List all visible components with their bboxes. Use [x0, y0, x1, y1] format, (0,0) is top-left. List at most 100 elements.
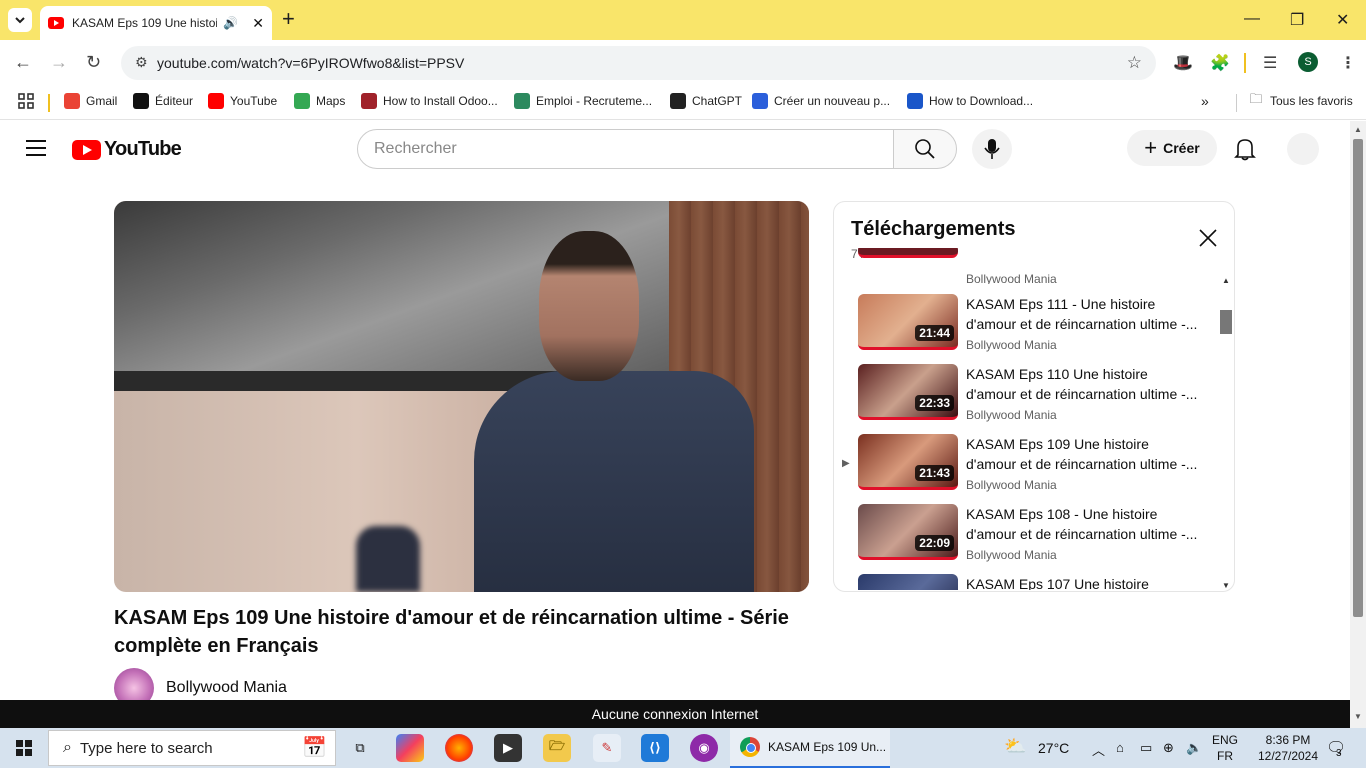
- language-indicator[interactable]: ENG FR: [1212, 732, 1238, 764]
- playlist-scroll-thumb[interactable]: [1220, 310, 1232, 334]
- scrollbar-thumb[interactable]: [1353, 139, 1363, 617]
- close-icon[interactable]: [1198, 228, 1218, 248]
- playlist-item[interactable]: 22:33 KASAM Eps 110 Une histoire d'amour e…: [834, 364, 1214, 434]
- bookmark-youtube[interactable]: YouTube: [208, 93, 277, 109]
- browser-toolbar: ← → ↻ ⚙ youtube.com/watch?v=6PyIROWfwo8&…: [0, 40, 1366, 86]
- bookmark-odoo[interactable]: How to Install Odoo...: [361, 93, 498, 109]
- bookmark-editor[interactable]: Éditeur: [133, 93, 193, 109]
- bookmark-download-site[interactable]: How to Download...: [907, 93, 1033, 109]
- tab-close-icon[interactable]: ✕: [252, 15, 264, 32]
- bookmark-label: YouTube: [230, 94, 278, 108]
- apps-grid-icon[interactable]: [18, 93, 34, 109]
- odoo-icon: [361, 93, 377, 109]
- playlist-item[interactable]: KASAM Eps 107 Une histoire: [834, 574, 1214, 590]
- scroll-up-icon[interactable]: ▲: [1222, 276, 1230, 285]
- playlist-item-title: KASAM Eps 111 - Une histoire d'amour et d…: [966, 294, 1204, 334]
- forward-arrow-icon[interactable]: →: [50, 52, 68, 73]
- restore-icon[interactable]: ❐: [1290, 10, 1304, 30]
- video-thumbnail: 22:33: [858, 364, 958, 420]
- scrollbar-bottom[interactable]: ▼: [1350, 700, 1366, 728]
- speaker-icon[interactable]: 🔊: [223, 16, 238, 30]
- bookmark-star-icon[interactable]: ☆: [1127, 53, 1142, 73]
- copilot-icon[interactable]: [396, 734, 424, 762]
- address-bar[interactable]: ⚙ youtube.com/watch?v=6PyIROWfwo8&list=P…: [121, 46, 1156, 80]
- paint-icon[interactable]: ✎: [593, 734, 621, 762]
- file-explorer-icon[interactable]: 🗁: [543, 734, 571, 762]
- back-arrow-icon[interactable]: ←: [14, 52, 32, 73]
- chrome-menu-icon[interactable]: ⋮: [1340, 53, 1356, 73]
- firefox-icon[interactable]: [445, 734, 473, 762]
- playlist-item-title-line2: d'amour et de réincarnation ultime -...: [966, 456, 1198, 472]
- device-icon[interactable]: ⌂: [1116, 740, 1124, 755]
- incognito-hat-icon[interactable]: 🎩: [1173, 53, 1193, 73]
- create-button[interactable]: + Créer: [1127, 130, 1217, 166]
- scroll-down-icon[interactable]: ▼: [1222, 581, 1230, 590]
- editor-icon: [133, 93, 149, 109]
- bookmark-chatgpt[interactable]: ChatGPT: [670, 93, 742, 109]
- playlist-item-title-line2: d'amour et de réincarnation ultime -...: [966, 386, 1198, 402]
- bookmark-maps[interactable]: Maps: [294, 93, 345, 109]
- tab-title: KASAM Eps 109 Une histoire d'amour et de…: [72, 16, 218, 30]
- new-tab-button[interactable]: +: [282, 8, 295, 30]
- bookmark-diamond[interactable]: Créer un nouveau p...: [752, 93, 890, 109]
- video-editor-icon[interactable]: ▶: [494, 734, 522, 762]
- extensions-puzzle-icon[interactable]: 🧩: [1210, 53, 1230, 73]
- youtube-logo[interactable]: YouTube: [72, 138, 182, 161]
- show-hidden-icons-icon[interactable]: ︿: [1092, 740, 1105, 759]
- playlist-item-title: KASAM Eps 110 Une histoire d'amour et de …: [966, 364, 1204, 404]
- scroll-up-icon[interactable]: ▲: [1354, 125, 1362, 134]
- active-tab[interactable]: KASAM Eps 109 Une histoire d'amour et de…: [40, 6, 272, 40]
- scroll-down-icon[interactable]: ▼: [1354, 712, 1362, 721]
- weather-icon[interactable]: ⛅: [1004, 736, 1026, 757]
- more-bookmarks-icon[interactable]: »: [1201, 93, 1209, 109]
- voice-search-button[interactable]: [972, 129, 1012, 169]
- vscode-icon[interactable]: ⟨⟩: [641, 734, 669, 762]
- network-globe-icon[interactable]: ⊕: [1163, 740, 1174, 756]
- create-label: Créer: [1163, 140, 1200, 156]
- playlist-panel: Téléchargements 7 / 53 Bollywood Mania 2…: [833, 201, 1235, 592]
- search-input[interactable]: Rechercher: [357, 129, 894, 169]
- weather-temp[interactable]: 27°C: [1038, 740, 1069, 756]
- channel-name[interactable]: Bollywood Mania: [166, 679, 287, 697]
- playlist-item[interactable]: ▶ 21:43 KASAM Eps 109 Une histoire d'amour …: [834, 434, 1214, 504]
- media-control-icon[interactable]: ☰: [1263, 53, 1277, 73]
- site-info-icon[interactable]: ⚙: [135, 54, 148, 71]
- playlist-item[interactable]: 22:09 KASAM Eps 108 - Une histoire d'amour…: [834, 504, 1214, 574]
- battery-icon[interactable]: ▭: [1140, 740, 1152, 756]
- all-bookmarks-folder[interactable]: 🗀 Tous les favoris: [1248, 91, 1352, 109]
- playlist-item-partial-top[interactable]: Bollywood Mania: [834, 248, 1214, 284]
- notifications-bell-icon[interactable]: [1234, 137, 1256, 166]
- bookmark-emploi[interactable]: Emploi - Recruteme...: [514, 93, 652, 109]
- chrome-taskbar-button[interactable]: KASAM Eps 109 Un...: [730, 728, 890, 768]
- playlist-scrollbar[interactable]: ▲ ▼: [1219, 274, 1233, 590]
- profile-avatar[interactable]: S: [1298, 52, 1318, 72]
- video-duration: 21:44: [915, 325, 954, 341]
- playlist-item-title-line1: KASAM Eps 110 Une histoire: [966, 366, 1148, 382]
- playlist-item[interactable]: 21:44 KASAM Eps 111 - Une histoire d'amour…: [834, 294, 1214, 364]
- taskbar-search-box[interactable]: ⌕ Type here to search 📅: [48, 730, 336, 766]
- reload-icon[interactable]: ↻: [86, 52, 101, 73]
- playlist-item-channel: Bollywood Mania: [966, 548, 1057, 562]
- bookmark-gmail[interactable]: Gmail: [64, 93, 117, 109]
- taskbar-clock[interactable]: 8:36 PM 12/27/2024: [1256, 732, 1320, 764]
- playlist-item-title-line1: KASAM Eps 109 Une histoire: [966, 436, 1149, 452]
- hamburger-menu-icon[interactable]: [26, 140, 46, 156]
- video-duration: 21:43: [915, 465, 954, 481]
- account-avatar[interactable]: [1287, 133, 1319, 165]
- chevron-down-icon: [15, 16, 25, 23]
- video-duration: 22:09: [915, 535, 954, 551]
- video-thumbnail: [858, 574, 958, 590]
- video-player[interactable]: [114, 201, 809, 592]
- tab-search-button[interactable]: [8, 8, 32, 32]
- url-text[interactable]: youtube.com/watch?v=6PyIROWfwo8&list=PPS…: [157, 55, 464, 71]
- task-view-icon[interactable]: ⧉: [346, 734, 374, 762]
- playlist-item-title: KASAM Eps 107 Une histoire: [966, 574, 1204, 590]
- window-close-icon[interactable]: ✕: [1336, 10, 1349, 30]
- search-button[interactable]: [893, 129, 957, 169]
- bookmark-label: Gmail: [86, 94, 118, 108]
- windows-start-icon[interactable]: [16, 740, 32, 756]
- page-scrollbar[interactable]: ▲: [1350, 121, 1366, 700]
- volume-icon[interactable]: 🔈: [1186, 740, 1202, 756]
- minimize-icon[interactable]: —: [1244, 10, 1260, 28]
- obs-icon[interactable]: ◉: [690, 734, 718, 762]
